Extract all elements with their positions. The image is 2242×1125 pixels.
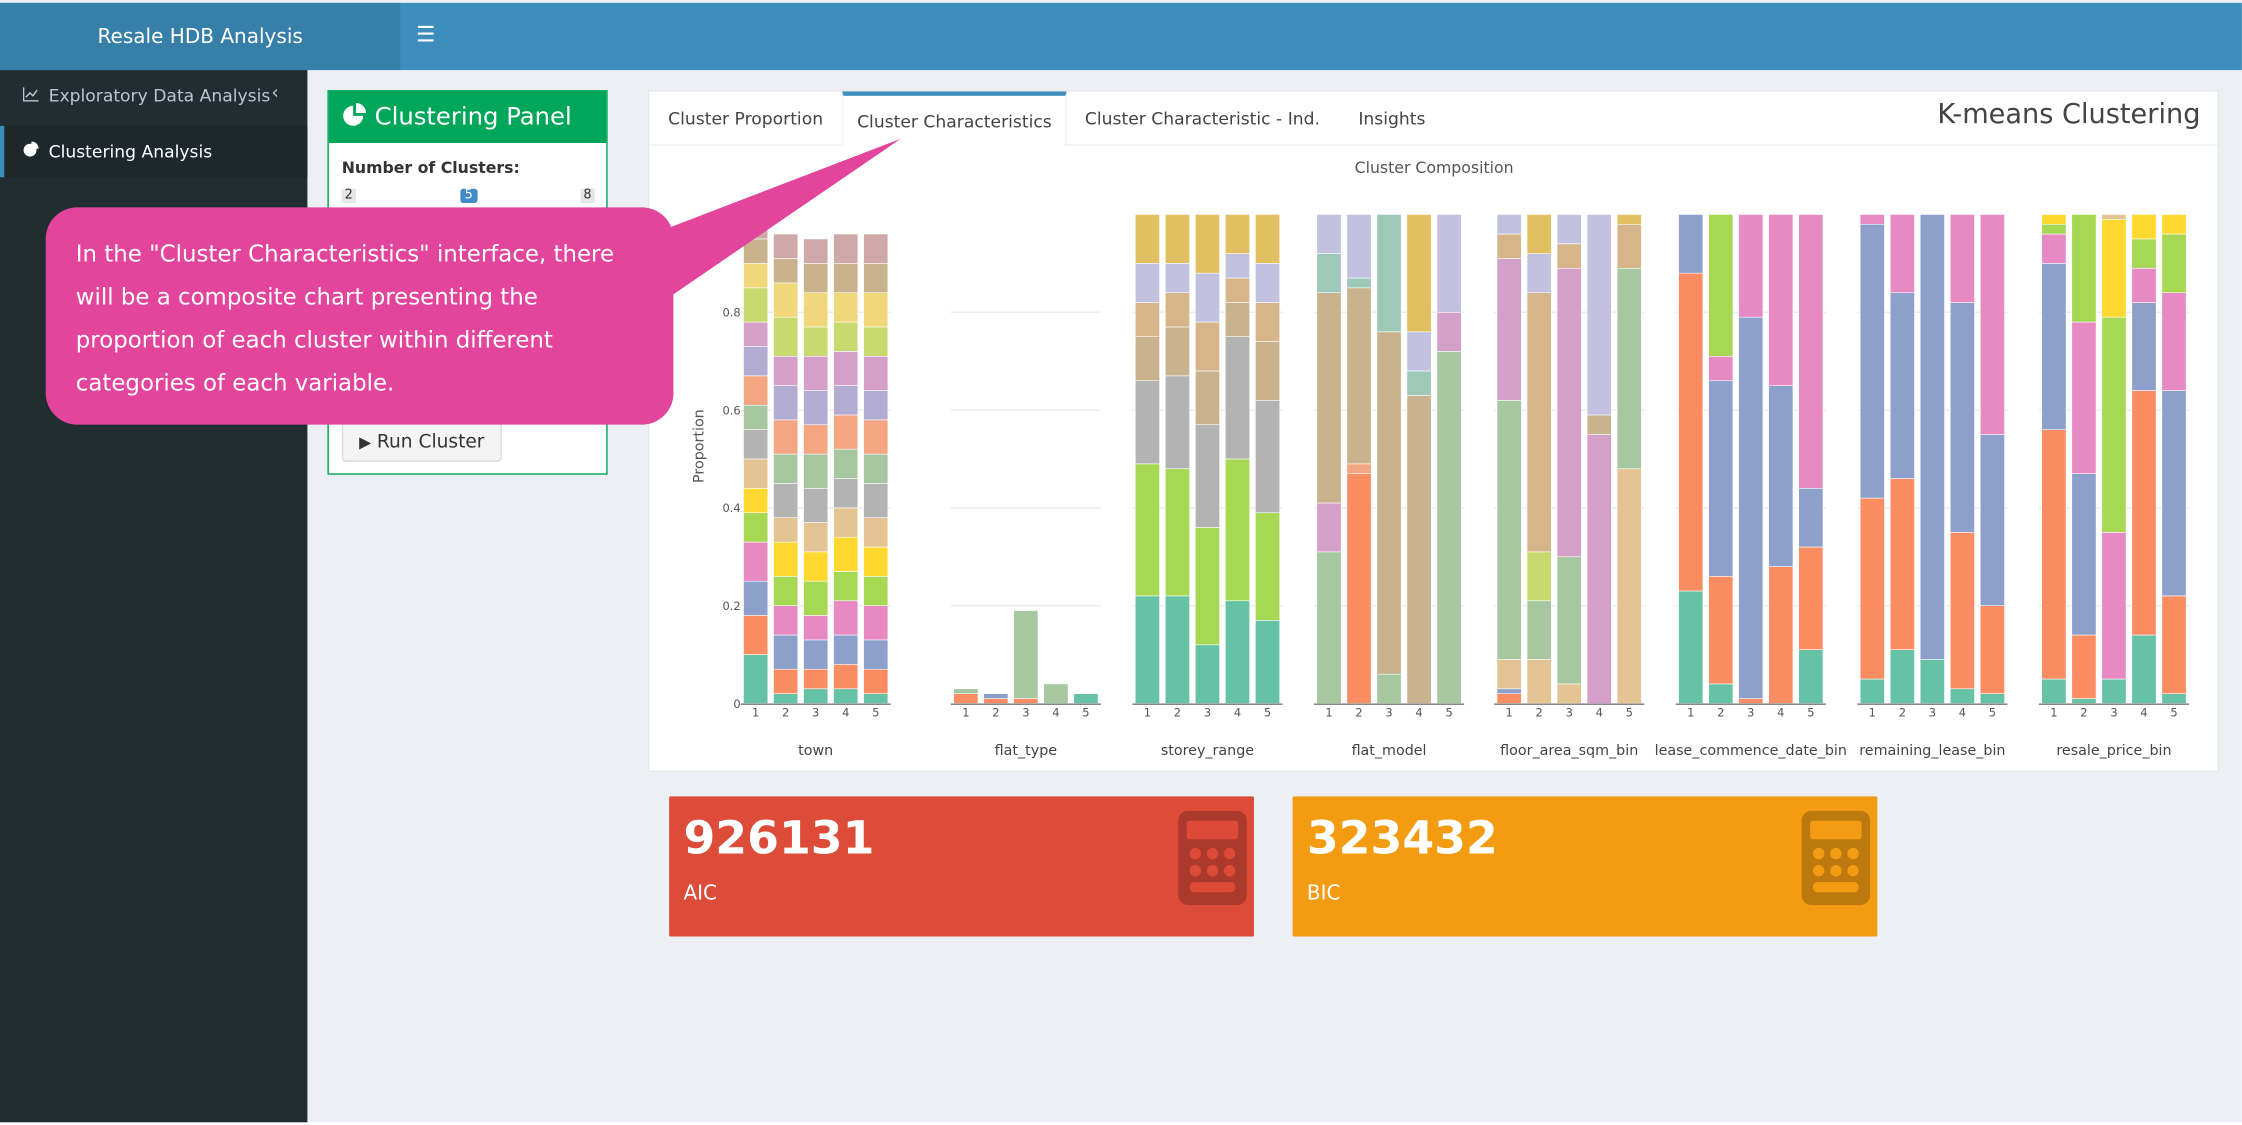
callout-pointer [629, 138, 901, 304]
annotation-callout: In the "Cluster Characteristics" interfa… [45, 207, 674, 425]
app-screen: Resale HDB Analysis ☰ Exploratory Data A… [0, 0, 2242, 1123]
